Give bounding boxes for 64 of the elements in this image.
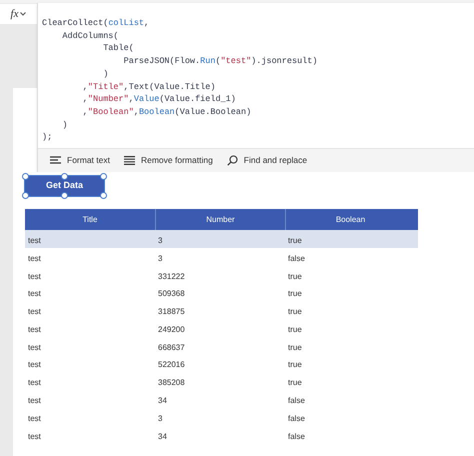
fx-dropdown-button[interactable]: fx bbox=[0, 4, 37, 24]
table-cell: test bbox=[28, 324, 41, 334]
selection-handle[interactable] bbox=[61, 173, 68, 180]
table-cell: true bbox=[288, 324, 302, 334]
table-cell: test bbox=[28, 360, 41, 370]
table-cell: 522016 bbox=[158, 360, 185, 370]
search-icon bbox=[226, 155, 238, 166]
table-cell: 34 bbox=[158, 432, 167, 441]
code-line: AddColumns( bbox=[61, 30, 119, 42]
selection-handle[interactable] bbox=[22, 192, 29, 199]
code-line: Table( bbox=[102, 42, 134, 56]
selection-handle[interactable] bbox=[61, 192, 68, 199]
table-cell: 249200 bbox=[158, 324, 185, 334]
table-cell: false bbox=[288, 414, 305, 423]
code-line: ,"Title",Text(Value.Title) bbox=[82, 80, 216, 94]
table-cell: true bbox=[288, 378, 302, 388]
selection-handle[interactable] bbox=[100, 173, 107, 180]
get-data-button[interactable]: Get Data bbox=[25, 176, 104, 196]
table-cell: 34 bbox=[158, 396, 167, 406]
column-header[interactable]: Title bbox=[25, 209, 155, 230]
code-line: ParseJSON(Flow.Run("test").jsonresult) bbox=[122, 55, 318, 68]
table-cell: 385208 bbox=[158, 378, 185, 388]
table-cell: test bbox=[28, 432, 41, 441]
table-cell: test bbox=[28, 236, 41, 245]
table-cell: test bbox=[28, 378, 41, 388]
code-line: ); bbox=[42, 131, 52, 144]
table-cell: true bbox=[288, 307, 302, 316]
table-cell: false bbox=[288, 396, 305, 406]
list-icon bbox=[124, 156, 135, 165]
table-cell: 331222 bbox=[158, 272, 185, 280]
table-cell: test bbox=[28, 272, 41, 280]
table-cell: 3 bbox=[158, 236, 162, 245]
table-row[interactable]: test 3 true bbox=[25, 230, 418, 248]
table-cell: 3 bbox=[158, 254, 162, 263]
table-cell: false bbox=[288, 432, 305, 441]
table-cell: 318875 bbox=[158, 307, 185, 316]
code-line: ,"Number",Value(Value.field_1) bbox=[82, 93, 236, 106]
table-cell: true bbox=[288, 289, 302, 298]
table-cell: false bbox=[288, 254, 305, 263]
selection-handle[interactable] bbox=[100, 192, 107, 199]
table-cell: test bbox=[28, 342, 41, 352]
table-cell: true bbox=[288, 236, 302, 245]
code-line: ) bbox=[102, 68, 108, 81]
chevron-down-icon bbox=[20, 12, 26, 16]
table-cell: true bbox=[288, 342, 302, 352]
code-line: ) bbox=[61, 118, 68, 132]
toolbar-button[interactable]: Find and replace bbox=[226, 154, 308, 167]
table-cell: true bbox=[288, 272, 302, 280]
toolbar-button[interactable]: Format text bbox=[50, 154, 110, 167]
table-cell: test bbox=[28, 396, 41, 406]
formula-editor[interactable] bbox=[37, 3, 474, 172]
toolbar-button[interactable]: Remove formatting bbox=[124, 154, 213, 167]
table-cell: test bbox=[28, 307, 41, 316]
text-lines-icon bbox=[50, 156, 61, 165]
table-cell: test bbox=[28, 414, 41, 423]
selection-handle[interactable] bbox=[22, 173, 29, 180]
table-cell: 668637 bbox=[158, 342, 185, 352]
table-cell: true bbox=[288, 360, 302, 370]
table-cell: test bbox=[28, 254, 41, 263]
table-cell: 3 bbox=[158, 414, 162, 423]
code-line: ClearCollect(colList, bbox=[42, 17, 150, 30]
code-line: ,"Boolean",Boolean(Value.Boolean) bbox=[82, 106, 252, 119]
table-cell: test bbox=[28, 289, 41, 298]
table-cell: 509368 bbox=[158, 289, 185, 298]
